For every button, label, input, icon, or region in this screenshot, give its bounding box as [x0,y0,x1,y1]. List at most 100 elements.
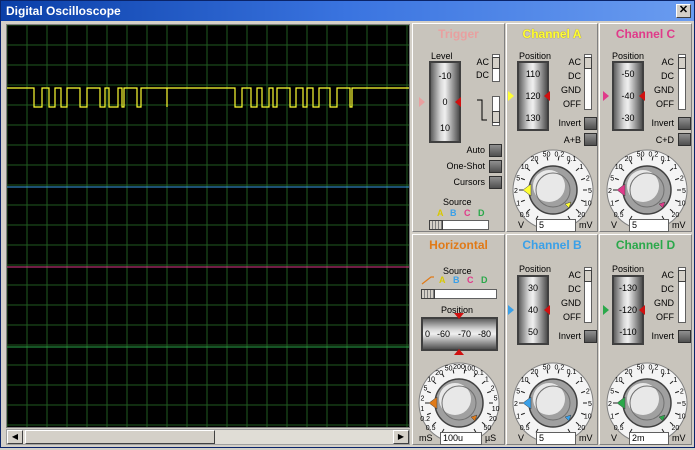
auto-button[interactable] [489,144,502,157]
knob-scale-label: 50 [483,425,491,432]
wheel-tick: -40 [621,91,635,101]
channel-b-coupling-switch[interactable] [584,267,592,323]
horizontal-source-slider[interactable] [421,289,497,299]
knob-scale-label: 1 [673,377,677,384]
wheel-tick: 120 [525,91,541,101]
wheel-tick: -30 [621,113,635,123]
scope-grid [6,24,409,427]
channel-a-coupling-switch[interactable] [584,54,592,110]
knob-scale-label: 2 [586,388,590,395]
scroll-left-button[interactable]: ◀ [7,430,23,444]
coupling-label: OFF [656,99,674,109]
wheel-tick: 30 [527,283,538,293]
slider-thumb[interactable] [429,220,443,230]
one-shot-button[interactable] [489,160,502,173]
channel-c-coupling-switch[interactable] [678,54,686,110]
trigger-level-pointer-icon [455,97,461,107]
channel-a-panel: Channel A Position 110 120 130 AC DC GND… [506,23,598,232]
knob-scale-label: 50 [543,152,551,159]
channel-d-invert-button[interactable] [678,330,691,343]
trigger-coupling-switch[interactable] [492,54,500,82]
source-d-label: D [481,275,488,285]
position-label: Position [612,51,645,61]
switch-thumb[interactable] [678,270,686,282]
knob-scale-label: 5 [682,188,686,195]
scroll-right-button[interactable]: ▶ [393,430,409,444]
knob-scale-label: 10 [678,201,686,208]
switch-thumb[interactable] [678,57,686,69]
source-b-label: B [453,275,460,285]
position-label: Position [519,264,552,274]
knob-scale-label: 0.1 [567,369,577,376]
invert-label: Invert [651,331,674,341]
cursors-button[interactable] [489,176,502,189]
close-button[interactable]: ✕ [676,4,691,18]
knob-scale-label: 2 [514,401,518,408]
knob-scale-label: 5 [682,401,686,408]
knob-scale-label: 2 [514,188,518,195]
wheel-tick: -10 [438,71,452,81]
knob-scale-label: 5 [424,385,428,392]
unit-right-label: mV [672,220,686,230]
wheel-tick: 50 [527,327,538,337]
horizontal-value-field[interactable]: 100u [440,432,482,445]
channel-c-invert-button[interactable] [678,117,691,130]
position-label: Position [519,51,552,61]
source-c-label: C [467,275,474,285]
trigger-title: Trigger [438,27,479,41]
knob-scale-label: 20 [489,416,497,423]
horizontal-scrollbar[interactable]: ◀ ▶ [6,429,410,445]
channel-d-coupling-switch[interactable] [678,267,686,323]
channel-a-invert-button[interactable] [584,117,597,130]
scroll-thumb[interactable] [25,430,215,444]
switch-thumb[interactable] [584,57,592,69]
knob-scale-label: 1 [420,406,424,413]
coupling-label: GND [654,85,674,95]
channel-d-marker-icon [603,305,609,315]
coupling-label: GND [561,85,581,95]
channel-b-title: Channel B [522,238,582,252]
wheel-tick: 10 [439,123,450,133]
knob-scale-label: 5 [610,388,614,395]
knob-scale-label: 50 [637,152,645,159]
channel-b-value-field[interactable]: 5 [536,432,576,445]
trigger-edge-switch[interactable] [492,96,500,126]
invert-label: Invert [558,118,581,128]
channel-b-invert-button[interactable] [584,330,597,343]
oscilloscope-window: Digital Oscilloscope ✕ ◀ ▶ Trigger Level… [0,0,695,448]
knob-scale-label: 1 [610,201,614,208]
channel-c-value-field[interactable]: 5 [629,219,669,232]
coupling-label: OFF [563,312,581,322]
wheel-tick: -60 [437,329,451,339]
coupling-label: OFF [563,99,581,109]
unit-left-label: mS [419,433,433,443]
invert-label: Invert [558,331,581,341]
channel-a-title: Channel A [522,27,582,41]
switch-thumb[interactable] [492,57,500,69]
knob-scale-label: 2 [491,385,495,392]
coupling-label: DC [568,284,581,294]
coupling-label: AC [661,270,674,280]
trigger-level-label: Level [431,51,453,61]
channel-a-value-field[interactable]: 5 [536,219,576,232]
switch-thumb[interactable] [584,270,592,282]
knob-scale-label: 0.2 [420,416,430,423]
knob-scale-label: 10 [615,164,623,171]
position-top-marker-icon [454,313,464,319]
unit-right-label: mV [579,433,593,443]
knob-scale-label: 20 [671,212,679,219]
one-shot-label: One-Shot [446,161,485,171]
channel-d-value-field[interactable]: 2m [629,432,669,445]
source-c-label: C [464,208,471,218]
slider-thumb[interactable] [421,289,435,299]
horizontal-position-wheel[interactable]: 0 -60 -70 -80 [421,317,498,351]
channel-b-pointer-icon [544,305,550,315]
switch-thumb[interactable] [492,111,500,123]
source-a-label: A [439,275,446,285]
unit-right-label: mV [579,220,593,230]
unit-left-label: V [611,433,618,443]
channel-a-marker-icon [508,91,514,101]
wheel-tick: -80 [478,329,492,339]
trigger-source-slider[interactable] [429,220,489,230]
coupling-label: AC [661,57,674,67]
